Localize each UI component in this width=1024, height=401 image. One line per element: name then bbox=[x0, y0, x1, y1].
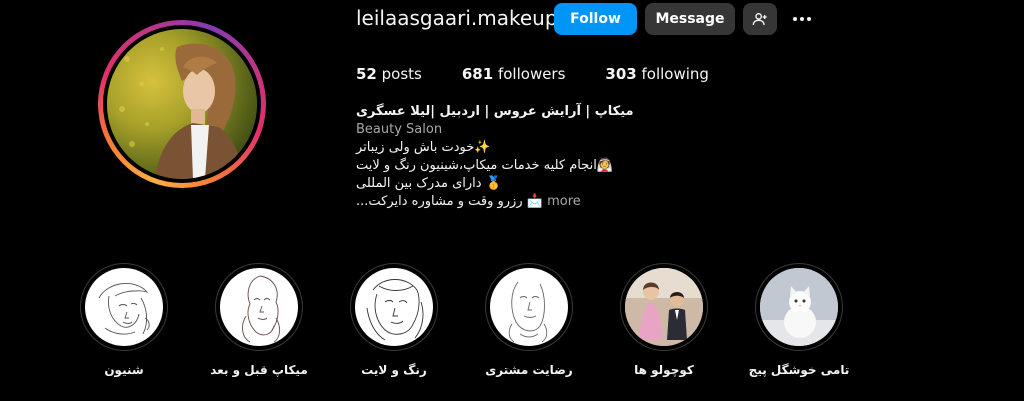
profile-full-name: میکاپ | آرایش عروس | اردبیل |لیلا عسگری bbox=[356, 104, 634, 119]
white-cat-photo-icon bbox=[760, 268, 838, 346]
followers-count: 681 bbox=[461, 65, 494, 83]
more-options-button[interactable] bbox=[789, 8, 815, 30]
highlight-cover bbox=[220, 268, 298, 346]
highlight-label: رضایت مشتری bbox=[485, 363, 573, 377]
bio-line: 🥇 دارای مدرک بین المللی bbox=[356, 176, 502, 191]
profile-bio: میکاپ | آرایش عروس | اردبیل |لیلا عسگری … bbox=[356, 103, 656, 211]
more-dot-icon bbox=[793, 17, 797, 21]
follow-button[interactable]: Follow bbox=[554, 3, 637, 35]
bio-line: 👰انجام کلیه خدمات میکاپ،شینیون رنگ و لای… bbox=[356, 158, 614, 173]
add-user-icon bbox=[752, 13, 767, 26]
message-button[interactable]: Message bbox=[645, 3, 735, 35]
followers-label: followers bbox=[497, 65, 566, 83]
posts-label: posts bbox=[381, 65, 422, 83]
posts-stat: 52 posts bbox=[356, 65, 422, 83]
more-dot-icon bbox=[807, 17, 811, 21]
suggested-accounts-button[interactable] bbox=[743, 3, 777, 35]
highlight-cover bbox=[355, 268, 433, 346]
line-art-woman-hair-icon bbox=[366, 279, 424, 341]
following-count: 303 bbox=[605, 65, 637, 83]
line-art-woman-hat-icon bbox=[98, 283, 150, 335]
following-label: following bbox=[641, 65, 709, 83]
following-stat[interactable]: 303 following bbox=[605, 65, 709, 83]
highlight-cover bbox=[625, 268, 703, 346]
highlight-label: شنیون bbox=[104, 363, 144, 377]
profile-avatar-story-ring[interactable] bbox=[98, 20, 266, 188]
profile-avatar[interactable] bbox=[107, 29, 257, 179]
profile-category: Beauty Salon bbox=[356, 122, 443, 137]
bio-line: ✨خودت باش ولی زیباتر bbox=[356, 140, 491, 155]
highlight-cover bbox=[490, 268, 568, 346]
highlight-label: میکاپ قبل و بعد bbox=[210, 363, 308, 377]
followers-stat[interactable]: 681 followers bbox=[462, 65, 566, 83]
highlight-label: کوچولو ها bbox=[634, 363, 694, 377]
highlight-cover bbox=[760, 268, 838, 346]
highlight-cover bbox=[85, 268, 163, 346]
more-dot-icon bbox=[800, 17, 804, 21]
avatar-photo-icon bbox=[107, 29, 257, 179]
profile-username: leilaasgaari.makeup bbox=[356, 6, 558, 30]
children-photo-icon bbox=[625, 268, 703, 346]
line-art-woman-profile-icon bbox=[242, 275, 281, 343]
bio-last-line: 📩 رزرو وقت و مشاوره دایرکت... more bbox=[356, 193, 656, 211]
posts-count: 52 bbox=[356, 65, 377, 83]
bio-more-link[interactable]: more bbox=[547, 194, 581, 209]
profile-stats: 52 posts 681 followers 303 following bbox=[356, 65, 749, 83]
bio-line: 📩 رزرو وقت و مشاوره دایرکت... bbox=[356, 194, 543, 209]
line-art-woman-face-icon bbox=[508, 281, 548, 343]
highlight-label: تامی خوشگل پیج bbox=[748, 363, 850, 377]
highlight-label: رنگ و لایت bbox=[361, 363, 427, 377]
